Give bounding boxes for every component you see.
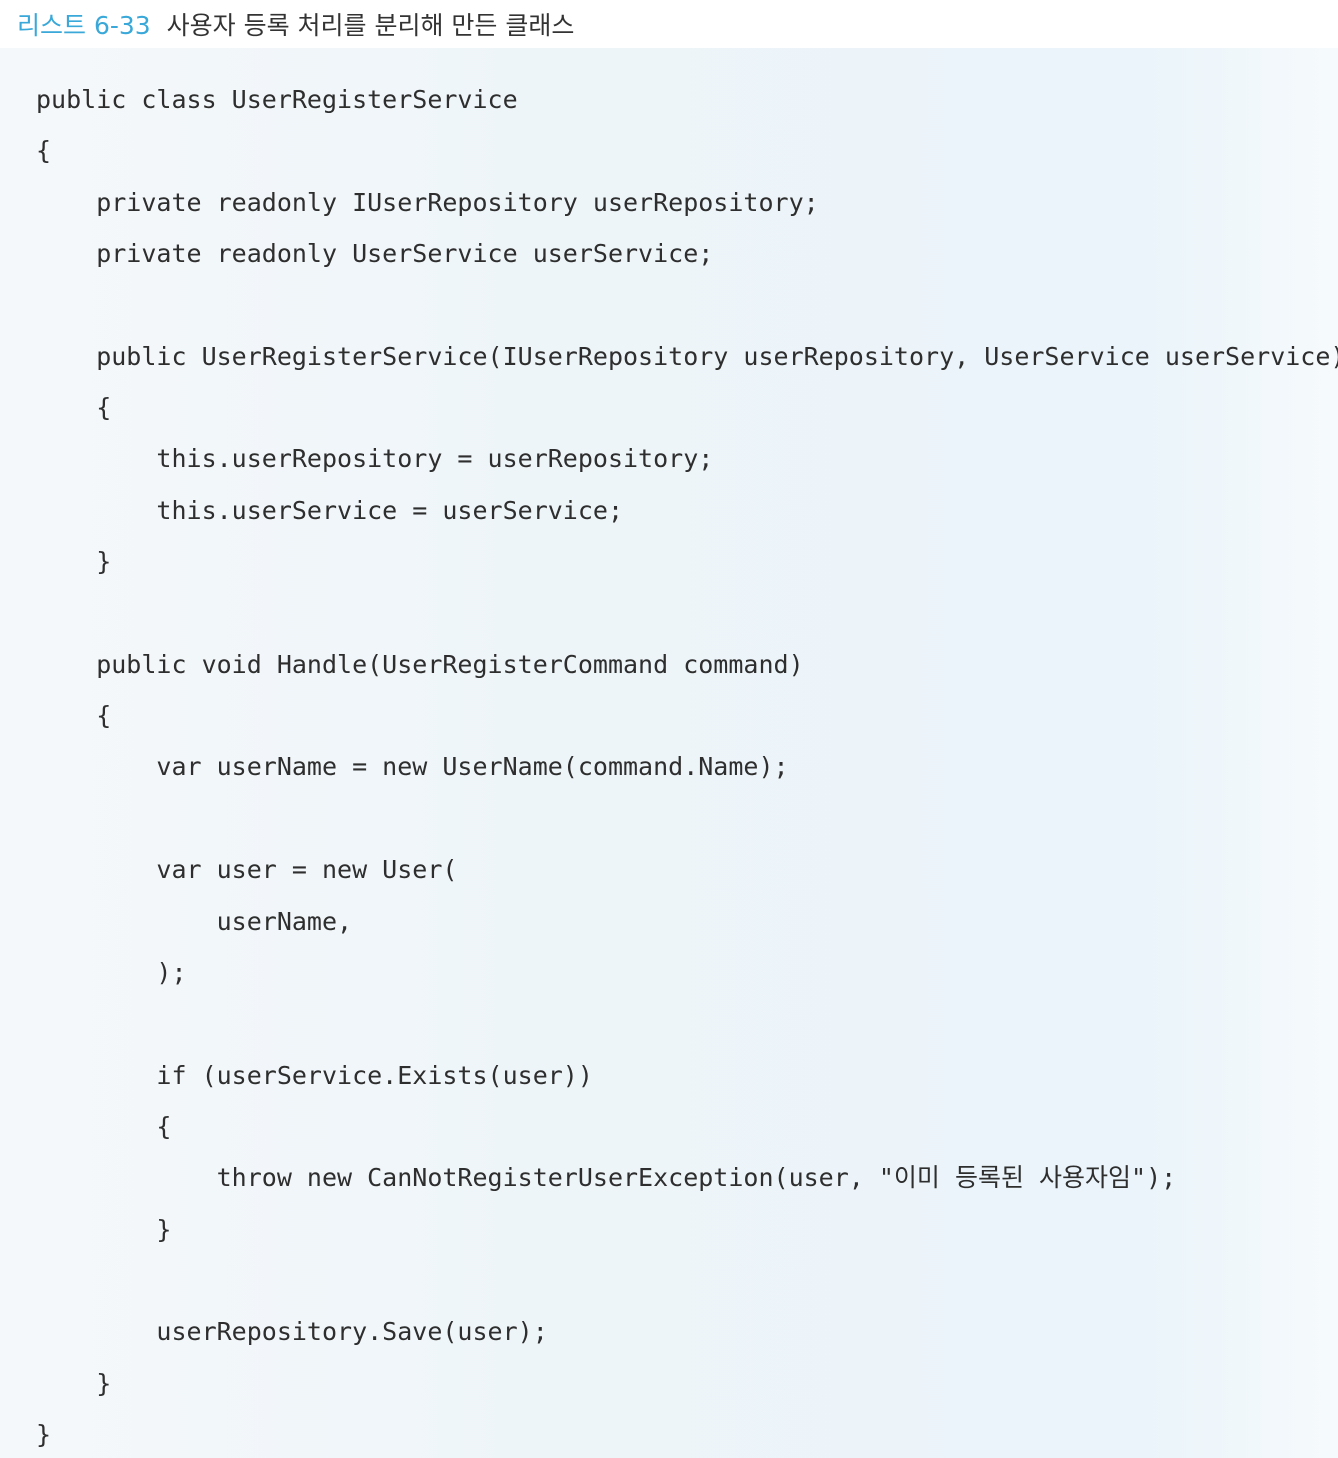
code-line: public class UserRegisterService	[36, 85, 518, 114]
code-listing-box: public class UserRegisterService { priva…	[0, 48, 1338, 1458]
code-line: }	[36, 1368, 112, 1398]
code-line: {	[36, 1111, 172, 1141]
code-line: }	[36, 1419, 52, 1449]
code-line: );	[36, 957, 187, 987]
code-line: this.userRepository = userRepository;	[36, 444, 714, 474]
listing-number: 리스트 6-33	[17, 11, 151, 40]
code-line: {	[36, 701, 112, 731]
code-line: if (userService.Exists(user))	[36, 1060, 593, 1090]
code-line: userName,	[36, 906, 353, 936]
code-line: var user = new User(	[36, 855, 458, 885]
code-line: {	[36, 136, 52, 166]
code-line: userRepository.Save(user);	[36, 1317, 548, 1347]
code-line: }	[36, 1214, 172, 1244]
book-page: 리스트 6-33 사용자 등록 처리를 분리해 만든 클래스 public cl…	[0, 0, 1338, 1458]
code-line: throw new CanNotRegisterUserException(us…	[36, 1163, 1177, 1193]
code-line: this.userService = userService;	[36, 495, 623, 525]
code-line: private readonly UserService userService…	[36, 239, 714, 269]
code-line: var userName = new UserName(command.Name…	[36, 752, 789, 782]
code-line: }	[36, 547, 112, 577]
listing-title: 사용자 등록 처리를 분리해 만든 클래스	[166, 11, 575, 40]
code-listing: public class UserRegisterService { priva…	[36, 74, 1338, 1458]
code-line: {	[36, 393, 112, 423]
code-line: public UserRegisterService(IUserReposito…	[36, 341, 1338, 371]
listing-caption: 리스트 6-33 사용자 등록 처리를 분리해 만든 클래스	[17, 4, 574, 48]
code-line: private readonly IUserRepository userRep…	[36, 187, 819, 217]
code-line: public void Handle(UserRegisterCommand c…	[36, 649, 804, 679]
